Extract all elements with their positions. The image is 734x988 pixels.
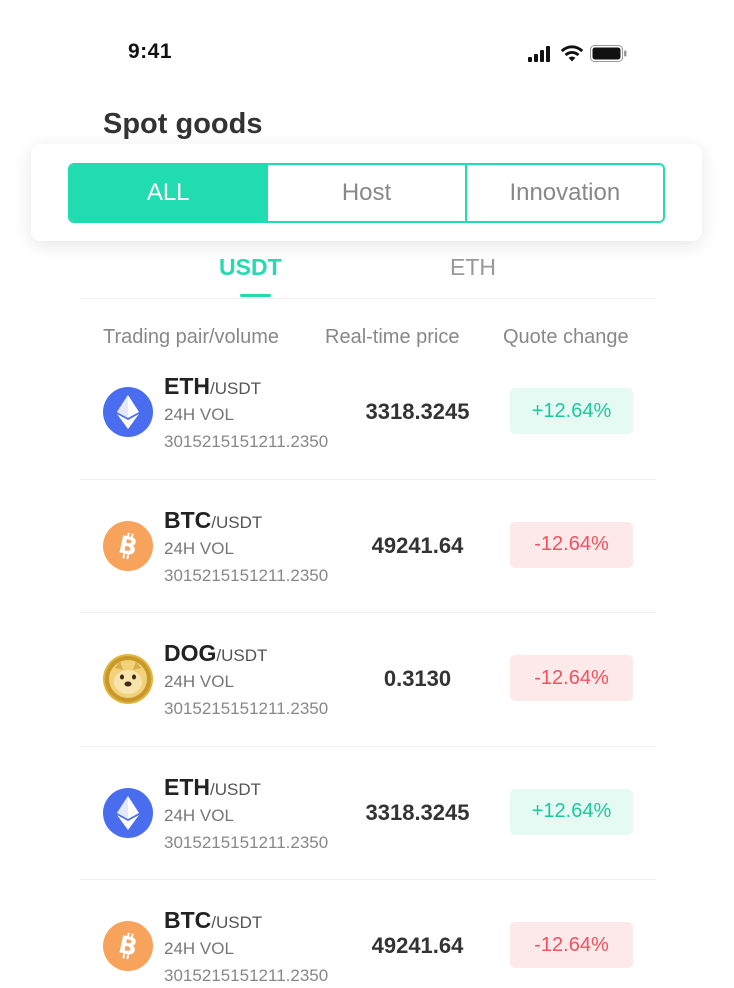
trading-pair: ETH/USDT [164,373,261,400]
status-time: 9:41 [128,40,173,63]
price: 3318.3245 [365,399,470,424]
market-list: ETH/USDT 24H VOL 3015215151211.2350 3318… [80,346,656,988]
pair-base: BTC [164,907,212,933]
pair-base: DOG [164,640,217,666]
quote-tabs: USDT ETH [80,248,656,299]
market-row[interactable]: ETH/USDT 24H VOL 3015215151211.2350 3318… [80,747,656,880]
pair-base: ETH [164,773,210,800]
change-badge: +12.64% [510,788,633,835]
market-row[interactable]: DOG/USDT 24H VOL 3015215151211.2350 0.31… [80,613,656,747]
status-icons [528,45,627,62]
volume-value: 3015215151211.2350 [164,966,329,985]
volume-value: 3015215151211.2350 [164,432,329,451]
trading-pair: DOG/USDT [164,640,267,667]
volume-label: 24H VOL [164,405,234,424]
signal-icon [528,45,550,62]
volume-label: 24H VOL [164,538,234,558]
volume-label: 24H VOL [164,672,234,691]
price: 49241.64 [371,933,464,958]
volume-value: 3015215151211.2350 [164,699,329,718]
status-bar: 9:41 [0,0,734,100]
pair-base: ETH [164,373,210,399]
price: 3318.3245 [365,799,470,825]
bitcoin-icon: B [103,520,153,571]
segmented-control: ALL Host Innovation [68,163,665,223]
market-row[interactable]: B BTC/USDT 24H VOL 3015215151211.2350 49… [80,480,656,613]
change-badge: -12.64% [510,655,633,701]
ethereum-icon [103,387,153,437]
market-row[interactable]: ETH/USDT 24H VOL 3015215151211.2350 3318… [80,346,656,480]
ethereum-icon [103,787,153,838]
doge-icon [103,654,153,704]
segment-all[interactable]: ALL [70,165,267,221]
volume-label: 24H VOL [164,939,234,958]
tab-eth[interactable]: ETH [450,254,496,281]
pair-base: BTC [164,506,212,533]
battery-icon [590,45,627,62]
segment-host[interactable]: Host [266,165,465,221]
trading-pair: ETH/USDT [164,774,261,801]
change-badge: +12.64% [510,388,633,434]
price: 0.3130 [383,666,452,691]
wifi-icon [560,45,584,62]
change-badge: -12.64% [510,922,633,968]
price: 49241.64 [371,532,464,558]
pair-quote: /USDT [211,512,263,532]
change-badge: -12.64% [510,521,633,568]
pair-quote: /USDT [210,379,261,398]
trading-pair: BTC/USDT [164,507,262,534]
pair-quote: /USDT [216,646,268,665]
segment-card: ALL Host Innovation [31,144,702,241]
tab-usdt[interactable]: USDT [219,254,282,281]
pair-quote: /USDT [211,913,263,932]
volume-value: 3015215151211.2350 [164,565,329,585]
segment-innovation[interactable]: Innovation [464,165,663,221]
market-row[interactable]: B BTC/USDT 24H VOL 3015215151211.2350 49… [80,880,656,988]
pair-quote: /USDT [210,779,261,799]
active-tab-indicator [240,294,271,297]
volume-value: 3015215151211.2350 [164,832,329,852]
page-title: Spot goods [103,108,263,140]
volume-label: 24H VOL [164,805,234,825]
trading-pair: BTC/USDT [164,907,262,934]
bitcoin-icon: B [103,921,153,971]
